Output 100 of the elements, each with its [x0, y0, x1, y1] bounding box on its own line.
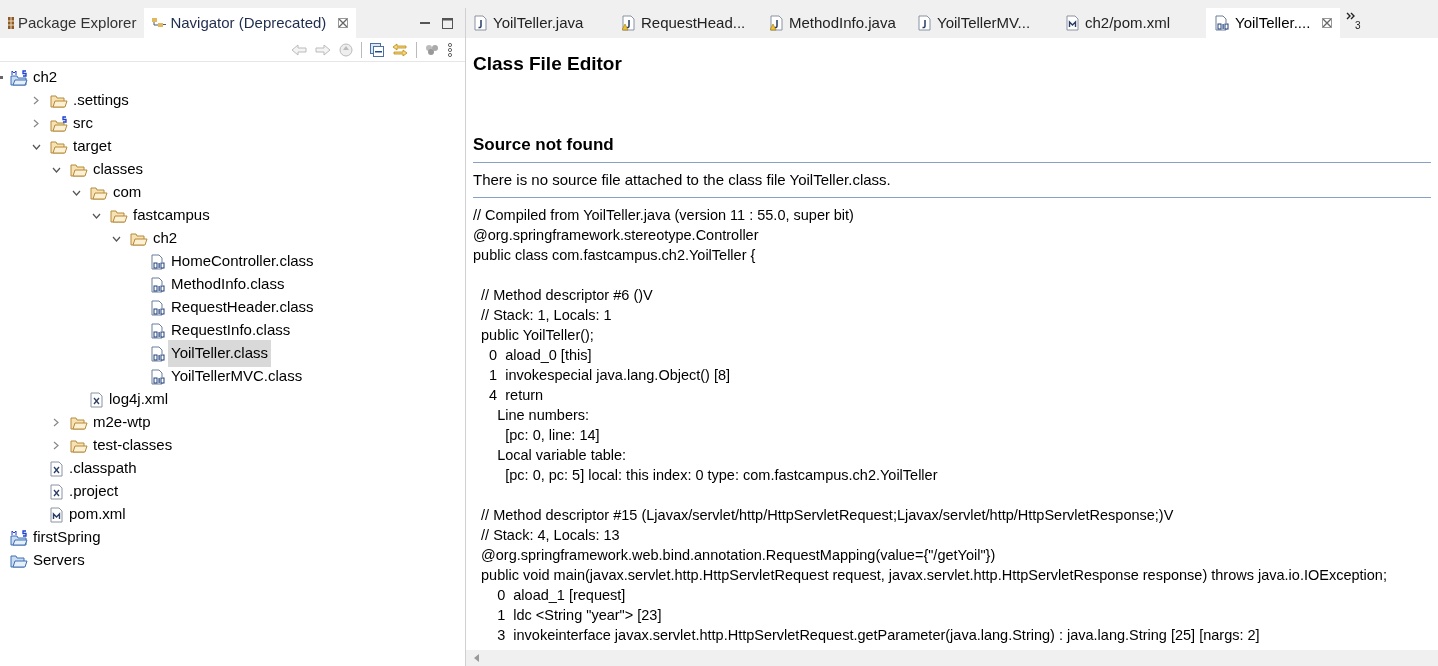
- working-sets-icon[interactable]: [425, 43, 439, 56]
- folder-icon: [90, 185, 108, 200]
- class-file-icon: [150, 345, 166, 362]
- view-menu-icon[interactable]: [447, 42, 453, 57]
- xml-file-icon: [50, 460, 64, 477]
- code-line: [pc: 0, pc: 5] local: this index: 0 type: com.fastcampus.ch2.YoilTeller: [504, 466, 938, 485]
- more-tabs-button[interactable]: 3: [1340, 8, 1361, 38]
- editor-title: Class File Editor: [473, 52, 623, 76]
- minimize-icon[interactable]: [420, 21, 430, 25]
- close-icon[interactable]: [1322, 18, 1332, 28]
- code-line: 1 ldc <String "year"> [23]: [496, 606, 662, 625]
- folder-icon: [110, 208, 128, 223]
- tree-item[interactable]: com: [112, 181, 143, 204]
- tree-item[interactable]: classes: [92, 158, 145, 181]
- code-line: 1 invokespecial java.lang.Object() [8]: [488, 366, 731, 385]
- code-line: 0 aload_0 [this]: [488, 346, 592, 365]
- maximize-icon[interactable]: [442, 17, 453, 29]
- tree-item[interactable]: MethodInfo.class: [170, 273, 286, 296]
- tree-item[interactable]: HomeController.class: [170, 250, 315, 273]
- chevron-down-icon[interactable]: [31, 143, 41, 150]
- chevron-down-icon[interactable]: [71, 189, 81, 196]
- java-file-warning-icon: [770, 15, 784, 31]
- tree-item[interactable]: RequestInfo.class: [170, 319, 292, 342]
- class-file-icon: [150, 368, 166, 385]
- xml-file-icon: [90, 391, 104, 408]
- tree-item[interactable]: fastcampus: [132, 204, 211, 227]
- code-line: // Method descriptor #6 ()V: [480, 286, 653, 305]
- code-line: Local variable table:: [496, 446, 627, 465]
- project-folder-icon: [10, 529, 28, 546]
- code-line: 3 invokeinterface javax.servlet.http.HttpServletRequest.getParameter(java.lang.String) : java.lang.String [25] [nargs: 2]: [496, 626, 1260, 645]
- maven-file-icon: [50, 506, 64, 523]
- project-folder-icon: [10, 69, 28, 86]
- editor-tab[interactable]: YoilTeller....: [1206, 8, 1340, 38]
- java-file-icon: [474, 15, 488, 31]
- link-arrows-icon[interactable]: [392, 42, 408, 57]
- view-tab[interactable]: Navigator (Deprecated): [144, 8, 357, 38]
- tree-item[interactable]: m2e-wtp: [92, 411, 152, 434]
- horizontal-scrollbar[interactable]: [466, 650, 1438, 666]
- editor-tab[interactable]: MethodInfo.java: [762, 8, 910, 38]
- code-line: // Stack: 4, Locals: 13: [480, 526, 620, 545]
- tree-item[interactable]: YoilTellerMVC.class: [170, 365, 304, 388]
- folder-icon: [70, 438, 88, 453]
- tree-item[interactable]: .classpath: [68, 457, 138, 480]
- source-folder-icon: [50, 115, 68, 132]
- tree-item[interactable]: RequestHeader.class: [170, 296, 315, 319]
- message-text: There is no source file attached to the class file YoilTeller.class.: [473, 169, 892, 190]
- code-line: // Method descriptor #15 (Ljavax/servlet/http/HttpServletRequest;Ljavax/servlet/http/HttpServletResponse;)V: [480, 506, 1174, 525]
- xml-file-icon: [50, 483, 64, 500]
- editor-tab[interactable]: RequestHead...: [614, 8, 762, 38]
- tree-item[interactable]: test-classes: [92, 434, 174, 457]
- code-line: public class com.fastcampus.ch2.YoilTeller {: [473, 246, 756, 265]
- class-file-icon: [150, 253, 166, 270]
- package-icon: [8, 17, 14, 29]
- editor-tab[interactable]: YoilTellerMV...: [910, 8, 1058, 38]
- code-line: // Compiled from YoilTeller.java (version 11 : 55.0, super bit): [473, 206, 854, 225]
- code-line: @org.springframework.web.bind.annotation.RequestMapping(value={"/getYoil"}): [480, 546, 996, 565]
- chevron-down-icon[interactable]: [111, 235, 121, 242]
- chevron-right-icon[interactable]: [53, 418, 59, 427]
- tree-item[interactable]: target: [72, 135, 113, 158]
- code-line: [pc: 0, line: 14]: [504, 426, 600, 445]
- editor-tab[interactable]: YoilTeller.java: [466, 8, 614, 38]
- navigator-icon: [152, 18, 167, 28]
- folder-icon: [10, 553, 28, 568]
- collapse-all-icon[interactable]: [370, 42, 384, 57]
- class-file-icon: [150, 299, 166, 316]
- section-heading: Source not found: [473, 134, 615, 156]
- tree-item[interactable]: ch2: [32, 66, 59, 89]
- tree-item[interactable]: src: [72, 112, 94, 135]
- chevron-right-icon[interactable]: [53, 441, 59, 450]
- java-file-icon: [918, 15, 932, 31]
- class-file-icon: [150, 276, 166, 293]
- folder-icon: [70, 162, 88, 177]
- code-line: public void main(javax.servlet.http.HttpServletRequest request, javax.servlet.http.HttpServletResponse response) throws java.io.IOException;: [480, 566, 1387, 585]
- code-line: // Stack: 1, Locals: 1: [480, 306, 612, 325]
- folder-icon: [70, 415, 88, 430]
- tree-item[interactable]: Servers: [32, 549, 86, 572]
- tree-item[interactable]: .settings: [72, 89, 130, 112]
- folder-icon: [50, 93, 68, 108]
- scroll-left-arrow-icon[interactable]: [474, 654, 480, 662]
- view-tab[interactable]: Package Explorer: [0, 8, 145, 38]
- code-line: @org.springframework.stereotype.Controller: [473, 226, 759, 245]
- code-line: 4 return: [488, 386, 544, 405]
- chevron-right-icon[interactable]: [33, 119, 39, 128]
- expand-marker-icon[interactable]: [0, 76, 3, 79]
- tree-item[interactable]: pom.xml: [68, 503, 127, 526]
- maven-file-icon: [1066, 15, 1080, 31]
- tree-item[interactable]: .project: [68, 480, 120, 503]
- tree-item[interactable]: firstSpring: [32, 526, 102, 549]
- chevron-down-icon[interactable]: [51, 166, 61, 173]
- tree-item[interactable]: log4j.xml: [108, 388, 170, 411]
- tree-item[interactable]: YoilTeller.class: [170, 342, 269, 365]
- code-line: 0 aload_1 [request]: [496, 586, 626, 605]
- folder-icon: [50, 139, 68, 154]
- folder-icon: [130, 231, 148, 246]
- chevron-down-icon[interactable]: [91, 212, 101, 219]
- tree-item[interactable]: ch2: [152, 227, 179, 250]
- close-icon[interactable]: [338, 18, 349, 28]
- editor-tab[interactable]: ch2/pom.xml: [1058, 8, 1206, 38]
- chevron-right-icon[interactable]: [33, 96, 39, 105]
- code-line: public YoilTeller();: [480, 326, 594, 345]
